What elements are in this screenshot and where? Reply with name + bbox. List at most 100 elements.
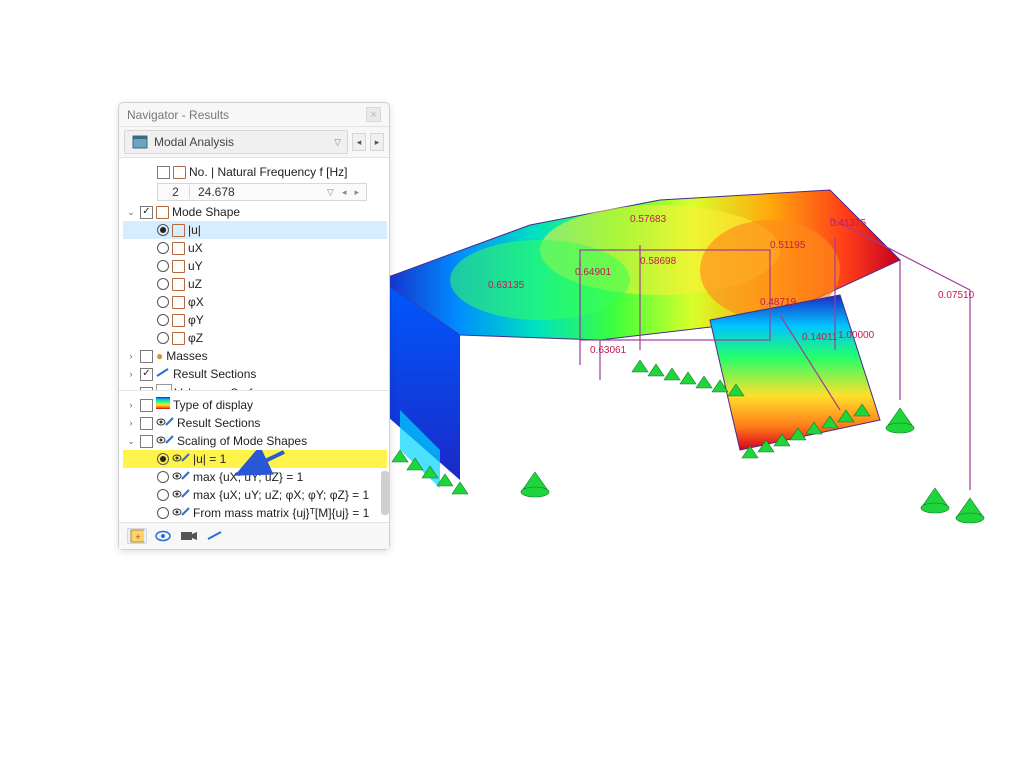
analysis-dropdown-label: Modal Analysis: [154, 135, 234, 149]
freq-checkbox[interactable]: [157, 166, 170, 179]
panel-title-text: Navigator - Results: [127, 108, 229, 122]
masses-node[interactable]: › ● Masses: [123, 347, 387, 365]
bracket-icon: [172, 242, 185, 255]
freq-prev[interactable]: ◂: [339, 187, 350, 198]
bracket-icon: [172, 278, 185, 291]
show-results-button[interactable]: +: [127, 528, 147, 544]
result-sections-display-node[interactable]: › Result Sections: [123, 414, 387, 432]
mode-shape-option-ux[interactable]: uX: [123, 239, 387, 257]
masses-checkbox[interactable]: [140, 350, 153, 363]
section-eye-icon: [172, 469, 190, 485]
scaling-option-max6[interactable]: max {uX; uY; uZ; φX; φY; φZ} = 1: [123, 486, 387, 504]
mode-shape-node[interactable]: ⌄ Mode Shape: [123, 203, 387, 221]
supports: [392, 360, 984, 523]
analysis-next-button[interactable]: ▸: [370, 133, 384, 151]
model-render: [340, 150, 990, 550]
freq-header-row[interactable]: No. | Natural Frequency f [Hz]: [123, 163, 387, 181]
result-sections-checkbox[interactable]: [140, 368, 153, 381]
collapse-icon[interactable]: ⌄: [125, 204, 137, 220]
mode-shape-label: Mode Shape: [172, 204, 240, 220]
analysis-prev-button[interactable]: ◂: [352, 133, 366, 151]
freq-next[interactable]: ▸: [351, 187, 362, 198]
result-sections-node[interactable]: › Result Sections: [123, 365, 387, 383]
camera-button[interactable]: [179, 528, 199, 544]
gradient-icon: [156, 397, 170, 413]
bracket-icon: [172, 296, 185, 309]
bracket-icon: [172, 314, 185, 327]
type-of-display-node[interactable]: › Type of display: [123, 396, 387, 414]
visibility-button[interactable]: [153, 528, 173, 544]
chevron-down-icon: ▽: [334, 137, 341, 148]
radio-scale-max3[interactable]: [157, 471, 169, 483]
node-value-label: 0.57683: [630, 214, 666, 225]
mode-shape-option-uy[interactable]: uY: [123, 257, 387, 275]
radio-u[interactable]: [157, 224, 169, 236]
section-eye-icon: [172, 451, 190, 467]
section-icon: [156, 366, 170, 382]
scaling-node[interactable]: ⌄ Scaling of Mode Shapes: [123, 432, 387, 450]
values-on-surfaces-node[interactable]: x.x Values on Surfaces: [123, 383, 387, 390]
freq-header-label: No. | Natural Frequency f [Hz]: [189, 164, 348, 180]
mode-shape-option-phiz[interactable]: φZ: [123, 329, 387, 347]
chevron-down-icon: ▽: [324, 187, 337, 198]
scaling-checkbox[interactable]: [140, 435, 153, 448]
radio-ux[interactable]: [157, 242, 169, 254]
mode-shape-option-phiy[interactable]: φY: [123, 311, 387, 329]
panel-titlebar: Navigator - Results ×: [119, 103, 389, 127]
radio-uz[interactable]: [157, 278, 169, 290]
mode-shape-checkbox[interactable]: [140, 206, 153, 219]
bracket-icon: [172, 224, 185, 237]
section-eye-icon: [156, 415, 174, 431]
navigator-panel: Navigator - Results × Modal Analysis ▽ ◂…: [118, 102, 390, 550]
analysis-toolbar: Modal Analysis ▽ ◂ ▸: [119, 127, 389, 158]
radio-phiy[interactable]: [157, 314, 169, 326]
scrollbar-thumb[interactable]: [381, 471, 389, 515]
analysis-dropdown[interactable]: Modal Analysis ▽: [124, 130, 348, 154]
section-tool-button[interactable]: [205, 528, 225, 544]
node-value-label: 0.41375: [830, 218, 866, 229]
scaling-option-mass[interactable]: From mass matrix {uj}ᵀ[M]{uj} = 1: [123, 504, 387, 522]
freq-selector[interactable]: 2 24.678 ▽ ◂ ▸: [157, 183, 367, 201]
collapse-icon[interactable]: ⌄: [125, 433, 137, 449]
radio-scale-u[interactable]: [157, 453, 169, 465]
radio-uy[interactable]: [157, 260, 169, 272]
scaling-option-u1[interactable]: |u| = 1: [123, 450, 387, 468]
radio-phix[interactable]: [157, 296, 169, 308]
node-value-label: 0.07510: [938, 290, 974, 301]
bracket-icon: [156, 206, 169, 219]
radio-phiz[interactable]: [157, 332, 169, 344]
freq-index: 2: [162, 185, 190, 199]
expand-icon[interactable]: ›: [125, 415, 137, 431]
node-value-label: 1.00000: [838, 330, 874, 341]
node-value-label: 0.48719: [760, 297, 796, 308]
section-eye-icon: [156, 433, 174, 449]
panel-bottom-toolbar: +: [119, 522, 389, 549]
expand-icon[interactable]: ›: [125, 397, 137, 413]
svg-text:+: +: [135, 532, 140, 542]
mode-shape-option-phix[interactable]: φX: [123, 293, 387, 311]
panel-close-button[interactable]: ×: [366, 107, 381, 122]
section-eye-icon: [172, 505, 190, 521]
bracket-icon: [172, 332, 185, 345]
mode-shape-option-uz[interactable]: uZ: [123, 275, 387, 293]
expand-icon[interactable]: ›: [125, 348, 137, 364]
results-tree: No. | Natural Frequency f [Hz] 2 24.678 …: [119, 158, 389, 390]
display-checkbox[interactable]: [140, 399, 153, 412]
bracket-icon: [172, 260, 185, 273]
freq-value: 24.678: [192, 185, 322, 199]
mode-shape-option-u[interactable]: |u|: [123, 221, 387, 239]
radio-scale-max6[interactable]: [157, 489, 169, 501]
expand-icon[interactable]: ›: [125, 366, 137, 382]
display-settings-tree: › Type of display › Result Sections ⌄ Sc…: [119, 390, 389, 522]
node-value-label: 0.14011: [802, 332, 837, 343]
radio-scale-mass[interactable]: [157, 507, 169, 519]
scaling-option-max3[interactable]: max {uX; uY; uZ} = 1: [123, 468, 387, 486]
node-value-label: 0.63061: [590, 345, 626, 356]
table-icon: [131, 133, 149, 151]
result-sections-display-checkbox[interactable]: [140, 417, 153, 430]
model-viewport[interactable]: 0.576830.413750.586980.511950.649010.631…: [340, 150, 990, 550]
node-value-label: 0.64901: [575, 267, 611, 278]
node-value-label: 0.63135: [488, 280, 524, 291]
section-eye-icon: [172, 487, 190, 503]
node-value-label: 0.58698: [640, 256, 676, 267]
